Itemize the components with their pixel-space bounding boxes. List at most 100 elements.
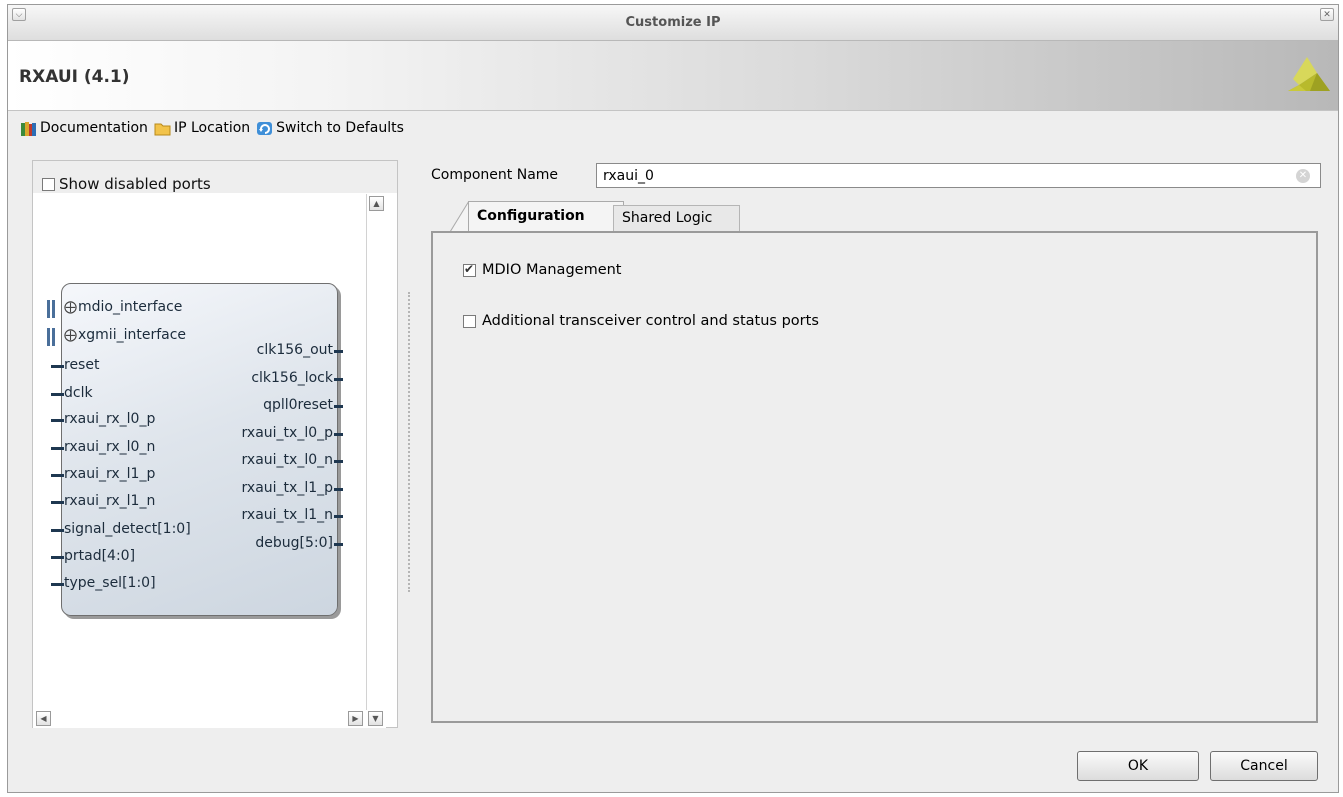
show-disabled-ports-checkbox[interactable]: Show disabled ports [42, 175, 211, 193]
pin [334, 433, 343, 436]
port-clk156-lock[interactable]: clk156_lock [251, 370, 343, 386]
bus-bar [47, 328, 50, 346]
books-icon [21, 121, 36, 136]
ip-header: RXAUI (4.1) [8, 41, 1338, 111]
tab-configuration[interactable]: Configuration [468, 201, 624, 231]
ip-location-label: IP Location [173, 120, 251, 136]
additional-ports-label: Additional transceiver control and statu… [482, 313, 819, 329]
pin [334, 543, 343, 546]
port-clk156-out[interactable]: clk156_out [256, 342, 343, 358]
vertical-scrollbar[interactable]: ▲ [366, 194, 387, 710]
port-prtad[interactable]: prtad[4:0] [51, 548, 136, 564]
scroll-down-icon[interactable]: ▼ [368, 711, 383, 726]
mdio-management-box[interactable] [463, 262, 476, 277]
port-signal-detect[interactable]: signal_detect[1:0] [51, 521, 191, 537]
pin [51, 447, 64, 450]
port-qpll0reset[interactable]: qpll0reset [263, 397, 343, 413]
expand-plus-icon[interactable]: ⨁ [64, 328, 77, 343]
port-rxaui-rx-l1-p[interactable]: rxaui_rx_l1_p [51, 466, 156, 482]
ok-button[interactable]: OK [1077, 751, 1199, 781]
horizontal-scrollbar[interactable]: ◀ ▶ ▼ [33, 711, 386, 728]
pin [334, 488, 343, 491]
port-label: qpll0reset [263, 397, 333, 413]
bus-bar [52, 300, 55, 318]
bus-bar [47, 300, 50, 318]
port-label: rxaui_tx_l0_p [241, 425, 333, 441]
port-label: rxaui_rx_l0_p [64, 411, 156, 427]
port-label: clk156_lock [251, 370, 333, 386]
ip-location-button[interactable]: IP Location [154, 120, 250, 137]
component-name-label: Component Name [431, 167, 559, 183]
port-label: rxaui_tx_l0_n [241, 452, 333, 468]
title-bar: ⌵ Customize IP ✕ [8, 5, 1338, 41]
window-title: Customize IP [625, 15, 721, 30]
cancel-button[interactable]: Cancel [1210, 751, 1318, 781]
bus-bar [52, 328, 55, 346]
port-label: debug[5:0] [255, 535, 333, 551]
toolbar: Documentation IP Location Switch to Defa… [20, 118, 410, 138]
pin [334, 515, 343, 518]
vivado-logo-icon [1288, 57, 1330, 91]
clear-icon[interactable]: ✕ [1296, 169, 1310, 183]
port-label: rxaui_rx_l1_p [64, 466, 156, 482]
additional-ports-checkbox[interactable]: Additional transceiver control and statu… [463, 313, 819, 329]
pin [51, 474, 64, 477]
port-debug[interactable]: debug[5:0] [255, 535, 343, 551]
port-rxaui-tx-l0-p[interactable]: rxaui_tx_l0_p [241, 425, 343, 441]
pin [51, 419, 64, 422]
pin [334, 405, 343, 408]
port-label: rxaui_tx_l1_p [241, 480, 333, 496]
port-label: xgmii_interface [78, 327, 187, 343]
additional-ports-box[interactable] [463, 314, 476, 328]
refresh-icon [257, 121, 273, 135]
symbol-panel-header: Show disabled ports [33, 161, 397, 193]
pin [51, 583, 64, 586]
port-reset[interactable]: reset [51, 357, 100, 373]
pin [334, 350, 343, 353]
port-mdio-interface[interactable]: ⨁mdio_interface [64, 299, 182, 315]
port-dclk[interactable]: dclk [51, 385, 93, 401]
mdio-management-label: MDIO Management [482, 262, 622, 278]
documentation-button[interactable]: Documentation [20, 120, 148, 137]
tab-shared-logic[interactable]: Shared Logic [613, 205, 740, 231]
show-disabled-ports-box[interactable] [42, 177, 55, 191]
show-disabled-ports-label: Show disabled ports [59, 175, 211, 193]
pin [51, 393, 64, 396]
port-rxaui-tx-l1-n[interactable]: rxaui_tx_l1_n [241, 507, 343, 523]
port-rxaui-tx-l0-n[interactable]: rxaui_tx_l0_n [241, 452, 343, 468]
port-rxaui-rx-l0-n[interactable]: rxaui_rx_l0_n [51, 439, 156, 455]
port-label: type_sel[1:0] [64, 575, 156, 591]
component-name-input[interactable] [596, 163, 1321, 188]
port-label: clk156_out [256, 342, 333, 358]
switch-to-defaults-button[interactable]: Switch to Defaults [256, 120, 404, 137]
scroll-left-icon[interactable]: ◀ [36, 711, 51, 726]
port-label: reset [64, 357, 100, 373]
port-label: mdio_interface [78, 299, 183, 315]
close-icon[interactable]: ✕ [1320, 8, 1334, 21]
tab-slant-icon [450, 201, 470, 232]
port-label: dclk [64, 385, 93, 401]
panel-splitter[interactable] [408, 292, 412, 592]
port-label: signal_detect[1:0] [64, 521, 191, 537]
scroll-up-icon[interactable]: ▲ [369, 196, 384, 211]
configuration-panel: MDIO Management Additional transceiver c… [431, 231, 1318, 723]
ip-block-symbol[interactable]: ⨁mdio_interface ⨁xgmii_interface reset d… [47, 283, 343, 616]
expand-plus-icon[interactable]: ⨁ [64, 300, 77, 315]
port-rxaui-rx-l0-p[interactable]: rxaui_rx_l0_p [51, 411, 156, 427]
switch-to-defaults-label: Switch to Defaults [276, 120, 404, 136]
port-label: prtad[4:0] [64, 548, 136, 564]
pin [334, 378, 343, 381]
port-label: rxaui_rx_l1_n [64, 493, 156, 509]
port-label: rxaui_rx_l0_n [64, 439, 156, 455]
port-type-sel[interactable]: type_sel[1:0] [51, 575, 156, 591]
scroll-right-icon[interactable]: ▶ [348, 711, 363, 726]
port-rxaui-tx-l1-p[interactable]: rxaui_tx_l1_p [241, 480, 343, 496]
port-xgmii-interface[interactable]: ⨁xgmii_interface [64, 327, 186, 343]
mdio-management-checkbox[interactable]: MDIO Management [463, 262, 622, 278]
pin [51, 365, 64, 368]
port-label: rxaui_tx_l1_n [241, 507, 333, 523]
port-rxaui-rx-l1-n[interactable]: rxaui_rx_l1_n [51, 493, 156, 509]
pin [51, 556, 64, 559]
ip-title: RXAUI (4.1) [19, 67, 130, 87]
documentation-label: Documentation [40, 120, 148, 136]
